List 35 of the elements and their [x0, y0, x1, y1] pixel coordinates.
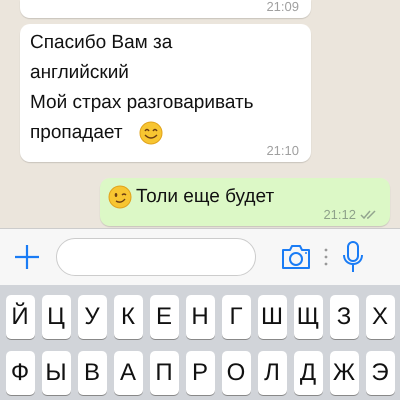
message-text: Мой страх разговаривать	[30, 91, 254, 115]
keyboard-key[interactable]: В	[78, 351, 106, 395]
message-time: 21:12	[323, 208, 356, 222]
keyboard-key[interactable]: У	[78, 295, 106, 339]
message-text: Толи еще будет	[136, 185, 274, 209]
message-time: 21:10	[266, 144, 299, 158]
keyboard-key[interactable]: Ш	[258, 295, 286, 339]
keyboard-key[interactable]: Й	[6, 295, 34, 339]
keyboard-key[interactable]: Д	[294, 351, 322, 395]
keyboard-key[interactable]: К	[114, 295, 142, 339]
keyboard-key[interactable]: А	[114, 351, 142, 395]
keyboard-key[interactable]: Л	[258, 351, 286, 395]
keyboard-key[interactable]: П	[150, 351, 178, 395]
keyboard-key[interactable]: Ж	[330, 351, 358, 395]
keyboard-key[interactable]: Е	[150, 295, 178, 339]
keyboard-key[interactable]: Х	[366, 295, 394, 339]
keyboard-key[interactable]: Ц	[42, 295, 70, 339]
message-text: пропадает	[30, 121, 123, 145]
camera-icon[interactable]	[280, 244, 312, 270]
message-input[interactable]	[56, 238, 256, 276]
keyboard-key[interactable]: Э	[366, 351, 394, 395]
keyboard-key[interactable]: Ф	[6, 351, 34, 395]
add-icon[interactable]	[14, 244, 40, 270]
more-icon[interactable]	[324, 248, 328, 266]
keyboard-key[interactable]: Г	[222, 295, 250, 339]
keyboard-key[interactable]: Р	[186, 351, 214, 395]
keyboard-key[interactable]: Ы	[42, 351, 70, 395]
message-text: Спасибо Вам за	[30, 31, 172, 55]
microphone-icon[interactable]	[342, 241, 364, 273]
keyboard-key[interactable]: О	[222, 351, 250, 395]
message-time: 21:09	[266, 0, 299, 14]
message-text: английский	[30, 61, 129, 85]
keyboard-key[interactable]: Н	[186, 295, 214, 339]
keyboard-key[interactable]: З	[330, 295, 358, 339]
keyboard-key[interactable]: Щ	[294, 295, 322, 339]
